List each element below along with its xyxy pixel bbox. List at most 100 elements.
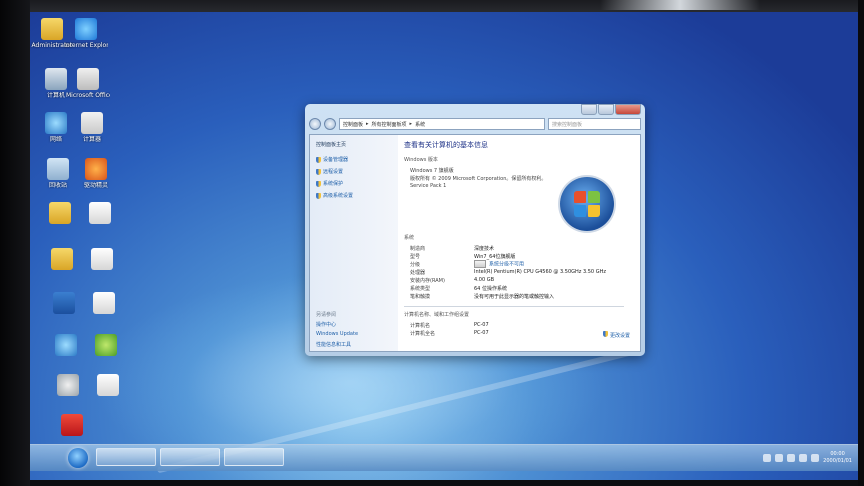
desktop-icon-file-1[interactable] <box>78 202 122 226</box>
desktop-icon-folder-1[interactable] <box>38 202 82 226</box>
main-panel: 查看有关计算机的基本信息 Windows 版本 Windows 7 旗舰版 版权… <box>398 135 640 351</box>
sidebar-home-link[interactable]: 控制面板主页 <box>316 141 398 148</box>
shield-icon <box>316 156 321 163</box>
sidebar-link-advanced[interactable]: 高级系统设置 <box>316 192 398 199</box>
desktop-icon-calculator[interactable]: 计算器 <box>70 112 114 143</box>
tray-icon[interactable] <box>811 454 820 462</box>
desktop-icon-file-4[interactable] <box>86 374 130 398</box>
system-row: 处理器 Intel(R) Pentium(R) CPU G4560 @ 3.50G… <box>410 269 606 276</box>
taskbar-button-2[interactable] <box>160 448 220 466</box>
shield-icon <box>316 180 321 187</box>
page-icon <box>93 292 115 314</box>
network-tray-icon[interactable] <box>787 454 796 462</box>
driver-icon <box>85 158 107 180</box>
desktop-icon-driver[interactable]: 驱动精灵 <box>74 158 118 189</box>
system-row: 型号 Win7_64位旗舰版 <box>410 253 516 260</box>
sidebar-link-device-manager[interactable]: 设备管理器 <box>316 156 398 163</box>
sidebar-link-protection[interactable]: 系统保护 <box>316 180 398 187</box>
taskbar-button-1[interactable] <box>96 448 156 466</box>
system-window: 控制面板 ▸ 所有控制面板项 ▸ 系统 搜索控制面板 控制面板主页 设备管理器 远程… <box>305 104 645 356</box>
page-icon <box>89 202 111 224</box>
desktop-icon-folder-2[interactable] <box>40 248 84 272</box>
rating-badge-icon <box>474 260 486 268</box>
folder-icon <box>41 18 63 40</box>
screen-glare <box>600 0 760 10</box>
computer-row: 计算机名 PC-07 <box>410 322 489 329</box>
desktop-icon-disk[interactable] <box>46 374 90 398</box>
system-row: 安装内存(RAM) 4.00 GB <box>410 277 495 284</box>
system-row: 分级 系统分级不可用 <box>410 260 525 268</box>
system-tray: 00:00 2000/01/01 <box>763 447 852 469</box>
system-row: 制造商 深度技术 <box>410 245 495 252</box>
desktop-icon-app-2[interactable] <box>84 334 128 358</box>
recycle-bin-icon <box>47 158 69 180</box>
tray-icon[interactable] <box>775 454 784 462</box>
taskbar: 00:00 2000/01/01 <box>30 444 858 471</box>
shield-icon <box>603 331 609 337</box>
breadcrumb-item[interactable]: 系统 <box>415 121 425 128</box>
disk-icon <box>57 374 79 396</box>
window-caption-buttons <box>581 104 641 115</box>
clock-time: 00:00 <box>830 451 845 457</box>
sidebar: 控制面板主页 设备管理器 远程设置 系统保护 高级系统设置 另请参阅 操作中心 … <box>310 135 398 351</box>
see-also-performance[interactable]: 性能信息和工具 <box>316 341 351 348</box>
red-app-icon <box>61 414 83 436</box>
start-button[interactable] <box>68 448 88 468</box>
ie-icon <box>75 18 97 40</box>
green-app-icon <box>95 334 117 356</box>
word-icon <box>77 68 99 90</box>
maximize-button[interactable] <box>598 104 614 115</box>
forward-button[interactable] <box>324 118 336 130</box>
page-title: 查看有关计算机的基本信息 <box>404 141 488 149</box>
see-also-heading: 另请参阅 <box>316 312 337 318</box>
breadcrumb-item[interactable]: 所有控制面板项 <box>372 121 407 128</box>
address-row: 控制面板 ▸ 所有控制面板项 ▸ 系统 搜索控制面板 <box>309 118 641 130</box>
address-bar[interactable]: 控制面板 ▸ 所有控制面板项 ▸ 系统 <box>339 118 545 130</box>
see-also-windows-update[interactable]: Windows Update <box>316 331 358 337</box>
window-client: 控制面板主页 设备管理器 远程设置 系统保护 高级系统设置 另请参阅 操作中心 … <box>309 134 641 352</box>
system-row: 笔和触摸 没有可用于此显示器的笔或触控输入 <box>410 293 555 300</box>
desktop-icon-internet-explorer[interactable]: Internet Explorer <box>64 18 108 49</box>
divider <box>404 306 624 307</box>
edition-section-title: Windows 版本 <box>404 157 438 163</box>
windows-logo-icon <box>560 177 614 231</box>
rating-link[interactable]: 系统分级不可用 <box>489 262 524 268</box>
edition-value: Windows 7 旗舰版 <box>410 167 454 174</box>
desktop-icon-app-3[interactable] <box>50 414 94 438</box>
desktop-icon-file-2[interactable] <box>80 248 124 272</box>
document-icon <box>81 112 103 134</box>
shield-icon <box>316 168 321 175</box>
clock[interactable]: 00:00 2000/01/01 <box>823 451 852 465</box>
page-icon <box>91 248 113 270</box>
network-icon <box>45 112 67 134</box>
folder-icon <box>49 202 71 224</box>
desktop-icon-file-3[interactable] <box>82 292 126 316</box>
service-pack: Service Pack 1 <box>410 183 447 189</box>
folder-icon <box>51 248 73 270</box>
change-settings-link[interactable]: 更改设置 <box>603 331 630 339</box>
back-button[interactable] <box>309 118 321 130</box>
tray-icon[interactable] <box>763 454 772 462</box>
monitor-bezel-right <box>858 0 864 486</box>
shield-icon <box>316 192 321 199</box>
breadcrumb-item[interactable]: 控制面板 <box>343 121 363 128</box>
copyright-text: 版权所有 © 2009 Microsoft Corporation。保留所有权利… <box>410 175 547 182</box>
see-also-action-center[interactable]: 操作中心 <box>316 321 336 328</box>
taskbar-button-3[interactable] <box>224 448 284 466</box>
clock-date: 2000/01/01 <box>823 458 852 464</box>
close-button[interactable] <box>615 104 641 115</box>
volume-tray-icon[interactable] <box>799 454 808 462</box>
minimize-button[interactable] <box>581 104 597 115</box>
desktop-icon-word[interactable]: Microsoft Office Wo... <box>66 68 110 99</box>
desktop-icon-app-1[interactable] <box>42 292 86 316</box>
desktop: Administrator Internet Explorer 计算机 Micr… <box>30 12 858 480</box>
system-row: 系统类型 64 位操作系统 <box>410 285 507 292</box>
search-input[interactable]: 搜索控制面板 <box>548 118 641 130</box>
sidebar-link-remote[interactable]: 远程设置 <box>316 168 398 175</box>
system-section-title: 系统 <box>404 235 415 241</box>
computer-icon <box>45 68 67 90</box>
computer-section-title: 计算机名称、域和工作组设置 <box>404 312 470 318</box>
page-icon <box>97 374 119 396</box>
network-icon <box>55 334 77 356</box>
desktop-icon-network-2[interactable] <box>44 334 88 358</box>
